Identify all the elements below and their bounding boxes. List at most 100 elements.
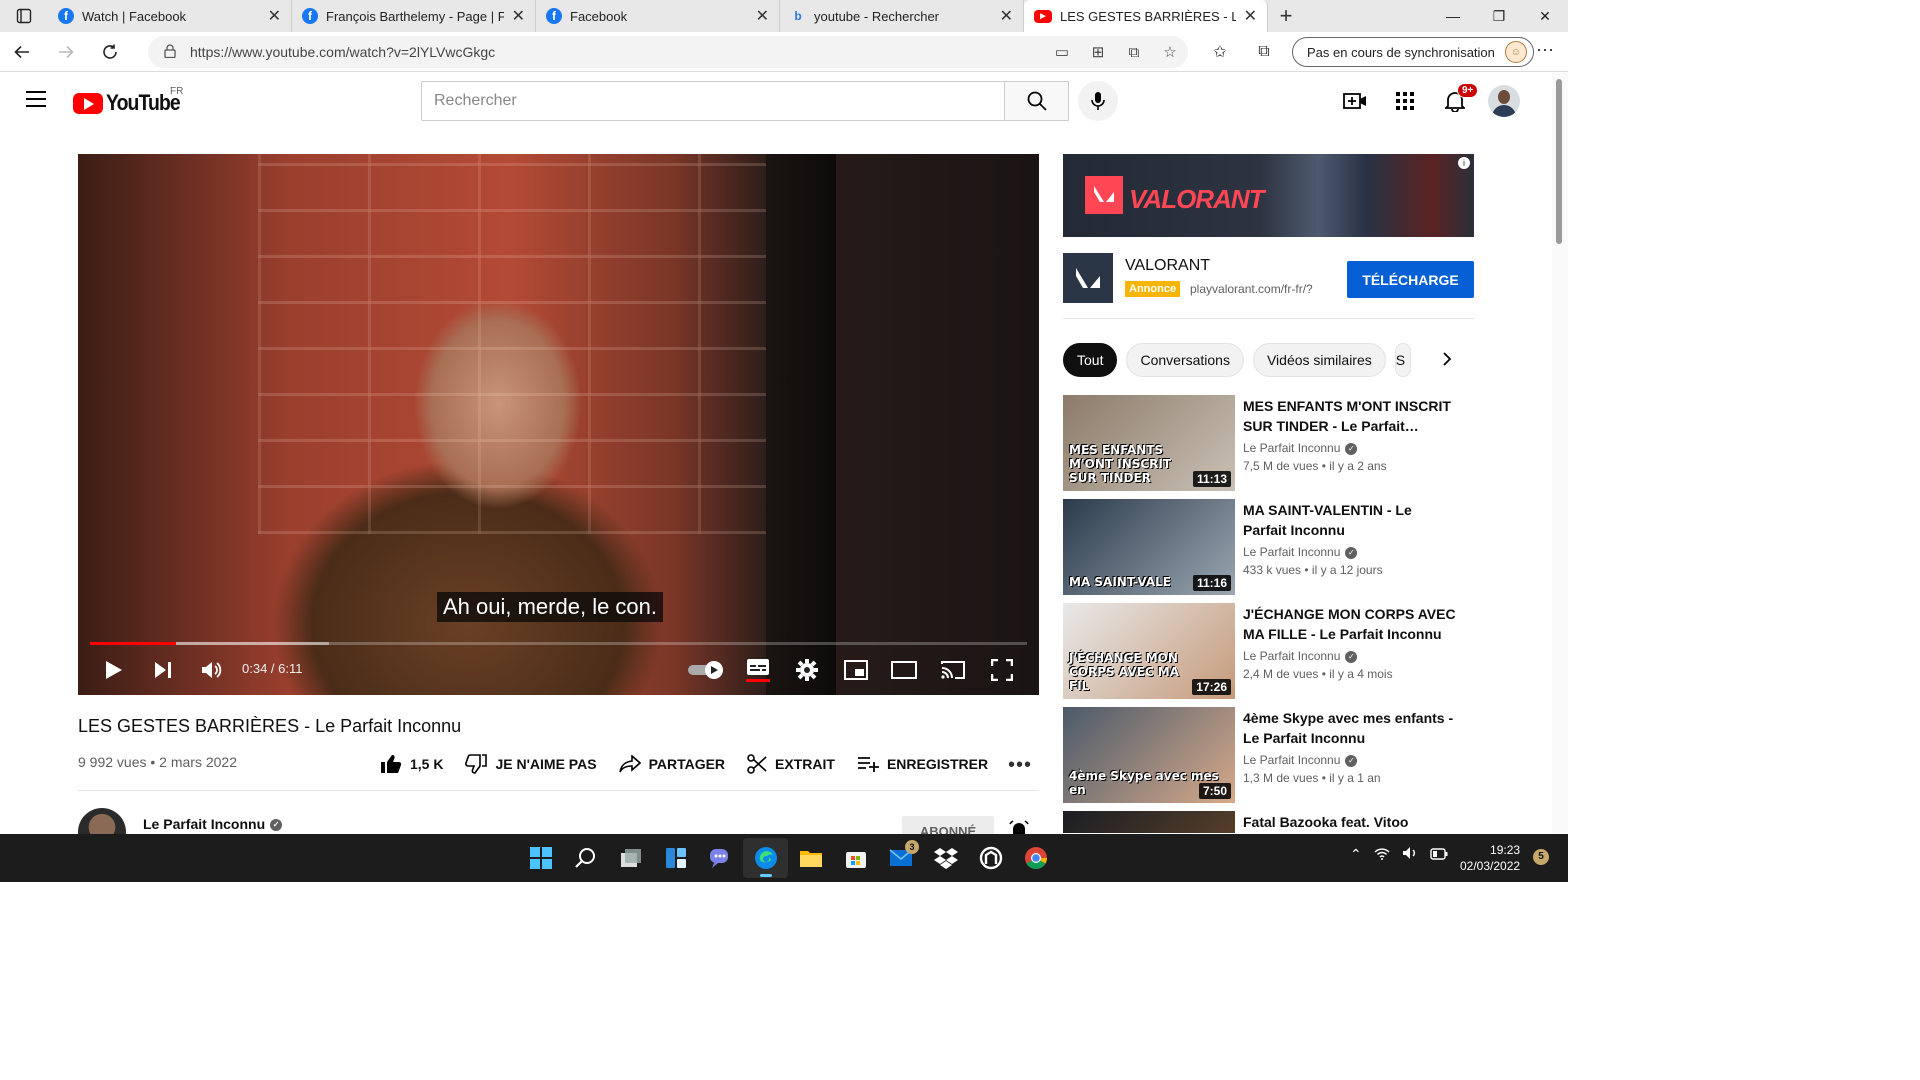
youtube-logo[interactable]: YouTube FR <box>73 86 190 116</box>
search-button[interactable] <box>1004 81 1069 121</box>
scrollbar-thumb[interactable] <box>1556 79 1562 244</box>
browser-tab-3[interactable]: b youtube - Rechercher ✕ <box>780 0 1024 32</box>
close-tab-icon[interactable]: ✕ <box>268 6 281 26</box>
extensions-icon[interactable]: ⧉ <box>1116 44 1152 61</box>
back-button[interactable] <box>0 32 44 72</box>
wifi-icon[interactable] <box>1374 847 1390 863</box>
teams-chat-button[interactable] <box>698 838 743 878</box>
battery-icon[interactable] <box>1430 847 1448 863</box>
ad-name[interactable]: VALORANT <box>1125 257 1210 275</box>
speaker-icon[interactable] <box>1402 846 1418 863</box>
chrome-button[interactable] <box>1013 838 1058 878</box>
tab-actions-button[interactable] <box>0 0 48 32</box>
share-button[interactable]: PARTAGER <box>618 755 725 773</box>
ad-banner[interactable]: VALORANT i <box>1063 154 1474 237</box>
new-tab-button[interactable]: + <box>1268 3 1304 29</box>
video-thumbnail[interactable]: 4ème Skype avec mes en 7:50 <box>1063 707 1235 803</box>
chevron-up-icon[interactable]: ⌃ <box>1350 846 1362 863</box>
ad-cta-button[interactable]: TÉLÉCHARGE <box>1347 261 1474 298</box>
theater-mode-button[interactable] <box>886 652 922 688</box>
volume-button[interactable] <box>196 652 228 688</box>
chip-all[interactable]: Tout <box>1063 343 1118 377</box>
task-view-button[interactable] <box>608 838 653 878</box>
settings-button[interactable] <box>789 652 825 688</box>
system-clock[interactable]: 19:23 02/03/2022 <box>1460 842 1520 874</box>
notification-center-badge[interactable]: 5 <box>1533 849 1549 865</box>
recommended-video[interactable]: J'ÉCHANGE MON CORPS AVEC MA FIL 17:26 J'… <box>1063 603 1463 699</box>
chevron-right-icon[interactable] <box>1442 351 1452 372</box>
cast-button[interactable] <box>935 652 971 688</box>
channel-name-link[interactable]: Le Parfait Inconnu ✓ <box>143 816 283 832</box>
profile-sync-button[interactable]: Pas en cours de synchronisation ☺ <box>1292 37 1534 67</box>
reader-view-icon[interactable]: ▭ <box>1044 43 1080 61</box>
progress-bar[interactable] <box>90 642 1027 645</box>
browser-menu-icon[interactable]: ⋯ <box>1536 40 1554 61</box>
store-button[interactable] <box>833 838 878 878</box>
chip-partial[interactable]: S <box>1394 343 1411 377</box>
dropbox-button[interactable] <box>923 838 968 878</box>
subtitles-button[interactable] <box>740 652 776 688</box>
app-shield-button[interactable] <box>968 838 1013 878</box>
play-button[interactable] <box>98 652 130 688</box>
like-button[interactable]: 1,5 K <box>380 754 443 774</box>
user-avatar[interactable] <box>1488 85 1520 117</box>
dislike-button[interactable]: JE N'AIME PAS <box>465 754 597 774</box>
video-thumbnail[interactable]: MES ENFANTS M'ONT INSCRIT SUR TINDER 11:… <box>1063 395 1235 491</box>
video-title[interactable]: 4ème Skype avec mes enfants - Le Parfait… <box>1243 708 1458 748</box>
page-scrollbar[interactable] <box>1552 73 1568 833</box>
notifications-button[interactable]: 9+ <box>1430 81 1480 121</box>
file-explorer-button[interactable] <box>788 838 833 878</box>
search-input[interactable]: Rechercher <box>421 81 1005 121</box>
miniplayer-button[interactable] <box>838 652 874 688</box>
recommended-video[interactable]: MES ENFANTS M'ONT INSCRIT SUR TINDER 11:… <box>1063 395 1463 491</box>
refresh-button[interactable] <box>88 32 132 72</box>
maximize-button[interactable]: ❐ <box>1476 0 1522 32</box>
collections-icon[interactable]: ⧉ <box>1242 43 1286 61</box>
minimize-button[interactable]: — <box>1430 0 1476 32</box>
video-title[interactable]: MA SAINT-VALENTIN - Le Parfait Inconnu <box>1243 500 1458 540</box>
apps-button[interactable] <box>1380 81 1430 121</box>
save-button[interactable]: ENREGISTRER <box>857 756 988 772</box>
more-actions-icon[interactable]: ••• <box>1008 754 1032 777</box>
app-available-icon[interactable]: ⊞ <box>1080 43 1116 61</box>
browser-tab-1[interactable]: f François Barthelemy - Page | Facebook … <box>292 0 536 32</box>
video-thumbnail[interactable]: J'ÉCHANGE MON CORPS AVEC MA FIL 17:26 <box>1063 603 1235 699</box>
close-tab-icon[interactable]: ✕ <box>512 6 525 26</box>
ad-info-icon[interactable]: i <box>1458 157 1470 169</box>
create-video-button[interactable] <box>1330 81 1380 121</box>
video-title[interactable]: Fatal Bazooka feat. Vitoo <box>1243 812 1458 832</box>
video-thumbnail[interactable]: MA SAINT-VALE 11:16 <box>1063 499 1235 595</box>
url-field[interactable]: https://www.youtube.com/watch?v=2lYLVwcG… <box>148 36 1188 68</box>
clip-button[interactable]: EXTRAIT <box>747 754 835 774</box>
browser-tab-0[interactable]: f Watch | Facebook ✕ <box>48 0 292 32</box>
close-tab-icon[interactable]: ✕ <box>1244 6 1257 26</box>
close-tab-icon[interactable]: ✕ <box>1000 6 1013 26</box>
mail-button[interactable]: 3 <box>878 838 923 878</box>
video-title[interactable]: J'ÉCHANGE MON CORPS AVEC MA FILLE - Le P… <box>1243 604 1458 644</box>
recommended-video[interactable]: MA SAINT-VALE 11:16 MA SAINT-VALENTIN - … <box>1063 499 1463 595</box>
search-taskbar-button[interactable] <box>563 838 608 878</box>
video-thumbnail[interactable] <box>1063 811 1235 833</box>
chip-conversations[interactable]: Conversations <box>1126 343 1244 377</box>
lock-icon[interactable] <box>164 43 176 61</box>
ad-logo-icon[interactable] <box>1063 253 1113 303</box>
start-button[interactable] <box>518 838 563 878</box>
edge-taskbar-button[interactable] <box>743 838 788 878</box>
video-title[interactable]: MES ENFANTS M'ONT INSCRIT SUR TINDER - L… <box>1243 396 1458 436</box>
recommended-video[interactable]: Fatal Bazooka feat. Vitoo <box>1063 811 1463 833</box>
fullscreen-button[interactable] <box>984 652 1020 688</box>
recommended-video[interactable]: 4ème Skype avec mes en 7:50 4ème Skype a… <box>1063 707 1463 803</box>
next-button[interactable] <box>147 652 179 688</box>
autoplay-toggle[interactable] <box>686 652 726 688</box>
menu-icon[interactable] <box>26 91 46 107</box>
voice-search-button[interactable] <box>1078 81 1118 121</box>
browser-tab-2[interactable]: f Facebook ✕ <box>536 0 780 32</box>
browser-tab-4[interactable]: ▶ LES GESTES BARRIÈRES - Le Parfait Inco… <box>1024 0 1268 32</box>
chip-related-videos[interactable]: Vidéos similaires <box>1252 343 1386 377</box>
forward-button[interactable] <box>44 32 88 72</box>
add-favorite-icon[interactable]: ☆ <box>1152 43 1188 61</box>
widgets-button[interactable] <box>653 838 698 878</box>
close-tab-icon[interactable]: ✕ <box>756 6 769 26</box>
close-window-button[interactable]: ✕ <box>1522 0 1568 32</box>
favorites-icon[interactable]: ✩ <box>1198 42 1242 62</box>
